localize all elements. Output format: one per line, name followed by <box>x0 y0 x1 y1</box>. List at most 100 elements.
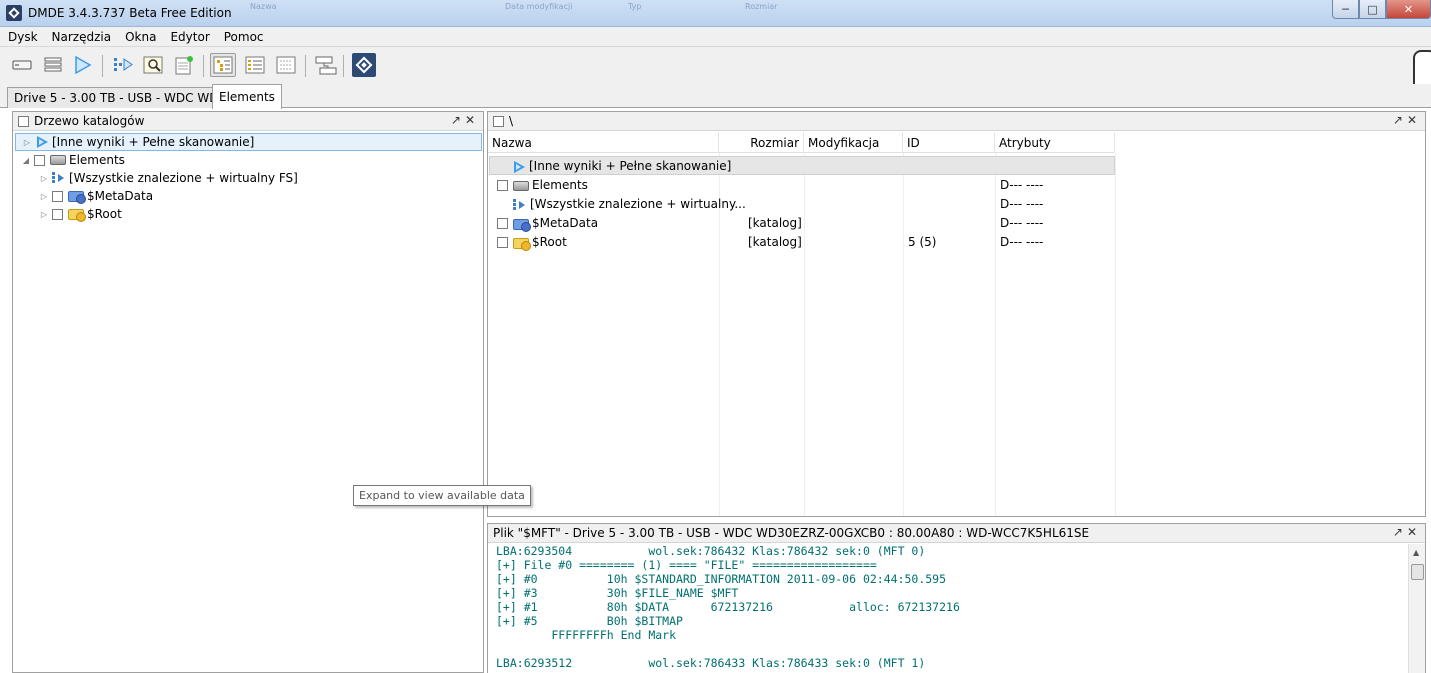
window-controls: ─ □ ✕ <box>1332 0 1431 20</box>
row-checkbox[interactable] <box>497 218 508 229</box>
ghost-header-col: Nazwa <box>250 2 277 11</box>
copy-sectors-button[interactable] <box>313 54 337 76</box>
directory-tree-header: Drzewo katalogów ↗✕ <box>13 112 483 131</box>
row-checkbox[interactable] <box>497 180 508 191</box>
tree-item-other-results[interactable]: ▷ [Inne wyniki + Pełne skanowanie] <box>15 133 482 151</box>
open-volume-button[interactable] <box>72 54 94 76</box>
search-button[interactable] <box>142 54 164 76</box>
tree-item-root[interactable]: ▷ $Root <box>39 205 122 223</box>
log-line: FFFFFFFFh End Mark <box>496 628 677 642</box>
undock-icon[interactable]: ↗ <box>1393 525 1407 539</box>
toolbar-separator <box>102 55 103 77</box>
column-header-size[interactable]: Rozmiar <box>719 132 804 153</box>
row-checkbox[interactable] <box>497 237 508 248</box>
disk-icon <box>12 60 32 70</box>
log-line[interactable]: [+] #0 10h $STANDARD_INFORMATION 2011-09… <box>496 572 946 586</box>
row-name: $Root <box>532 235 567 249</box>
expand-arrow-icon[interactable]: ▷ <box>39 192 49 201</box>
toolbar-separator <box>203 55 204 77</box>
disk-icon <box>513 180 529 191</box>
app-logo-icon <box>6 5 22 21</box>
collapse-arrow-icon[interactable]: ◢ <box>21 156 31 165</box>
tree-item-all-found[interactable]: ▷ [Wszystkie znalezione + wirtualny FS] <box>39 169 298 187</box>
partitions-button[interactable] <box>42 54 64 76</box>
all-found-button[interactable] <box>112 54 134 76</box>
row-name: $MetaData <box>532 216 599 230</box>
mft-panel-header: Plik "$MFT" - Drive 5 - 3.00 TB - USB - … <box>488 524 1425 543</box>
maximize-icon: □ <box>1367 2 1378 16</box>
menu-dysk[interactable]: Dysk <box>8 30 38 44</box>
column-header-modified[interactable]: Modyfikacja <box>804 132 903 153</box>
new-scan-button[interactable] <box>173 54 195 76</box>
panel-checkbox[interactable] <box>18 115 29 127</box>
scrollbar-thumb[interactable] <box>1411 564 1424 580</box>
log-line: LBA:6293512 wol.sek:786433 Klas:786433 s… <box>496 656 926 670</box>
expand-arrow-icon[interactable]: ▷ <box>39 174 49 183</box>
table-row[interactable]: [Wszystkie znalezione + wirtualny... D--… <box>489 195 1115 214</box>
panel-title: Drzewo katalogów <box>34 114 145 128</box>
hex-view-button[interactable] <box>275 54 297 76</box>
column-header-name[interactable]: Nazwa <box>488 132 719 153</box>
all-found-icon <box>114 58 133 71</box>
play-icon <box>75 55 92 75</box>
copy-sectors-icon <box>315 56 337 75</box>
toolbar-separator <box>305 55 306 77</box>
ghost-header-col: Typ <box>628 2 642 11</box>
log-line[interactable]: [+] File #0 ======== (1) ==== "FILE" ===… <box>496 558 877 572</box>
hex-view-icon <box>276 56 296 74</box>
dmde-logo-button[interactable] <box>352 53 376 77</box>
log-line[interactable]: [+] #1 80h $DATA 672137216 alloc: 672137… <box>496 600 960 614</box>
disk-button[interactable] <box>11 54 33 76</box>
undock-icon[interactable]: ↗ <box>1393 113 1407 127</box>
expand-arrow-icon[interactable]: ▷ <box>39 210 49 219</box>
panel-checkbox[interactable] <box>493 115 504 127</box>
window-title: DMDE 3.4.3.737 Beta Free Edition <box>28 6 232 20</box>
table-row[interactable]: $Root [katalog] 5 (5) D--- ---- <box>489 233 1115 252</box>
row-name: [Inne wyniki + Pełne skanowanie] <box>529 159 732 173</box>
panel-buttons: ↗✕ <box>1393 525 1421 539</box>
log-line[interactable]: [+] #3 30h $FILE_NAME $MFT <box>496 586 738 600</box>
table-row[interactable]: $MetaData [katalog] D--- ---- <box>489 214 1115 233</box>
expand-arrow-icon[interactable]: ▷ <box>22 138 32 147</box>
play-icon <box>35 135 49 149</box>
close-panel-icon[interactable]: ✕ <box>465 113 479 127</box>
dmde-logo-icon <box>352 53 376 77</box>
tree-view-button[interactable] <box>210 53 236 77</box>
menu-pomoc[interactable]: Pomoc <box>224 30 264 44</box>
item-checkbox[interactable] <box>52 190 63 202</box>
tree-item-elements[interactable]: ◢ Elements <box>15 151 125 169</box>
close-button[interactable]: ✕ <box>1386 0 1431 19</box>
column-header-attributes[interactable]: Atrybuty <box>995 132 1115 153</box>
details-view-button[interactable] <box>244 54 266 76</box>
close-panel-icon[interactable]: ✕ <box>1407 525 1421 539</box>
undock-icon[interactable]: ↗ <box>451 113 465 127</box>
table-row[interactable]: [Inne wyniki + Pełne skanowanie] <box>489 156 1115 175</box>
title-bar: Nazwa Data modyfikacji Typ Rozmiar DMDE … <box>0 0 1431 27</box>
row-name-cell: $MetaData <box>497 216 599 232</box>
menu-edytor[interactable]: Edytor <box>170 30 209 44</box>
details-view-icon <box>245 56 265 74</box>
tab-elements[interactable]: Elements <box>212 84 282 109</box>
maximize-button[interactable]: □ <box>1359 0 1386 19</box>
row-id: 5 (5) <box>908 235 937 249</box>
minimize-button[interactable]: ─ <box>1332 0 1359 19</box>
tab-drive[interactable]: Drive 5 - 3.00 TB - USB - WDC WD3... <box>7 87 245 108</box>
folder-yellow-icon <box>68 209 86 222</box>
menu-bar: Dysk Narzędzia Okna Edytor Pomoc <box>0 27 1431 47</box>
item-checkbox[interactable] <box>52 208 63 220</box>
tree-item-label: [Inne wyniki + Pełne skanowanie] <box>52 135 255 149</box>
column-header-id[interactable]: ID <box>903 132 995 153</box>
table-row[interactable]: Elements D--- ---- <box>489 176 1115 195</box>
menu-okna[interactable]: Okna <box>125 30 156 44</box>
vertical-scrollbar[interactable]: ▲ <box>1408 544 1425 673</box>
toolbar-separator <box>343 55 344 77</box>
row-name: Elements <box>532 178 588 192</box>
file-list-header: \ ↗✕ <box>488 112 1425 131</box>
menu-narzedzia[interactable]: Narzędzia <box>52 30 112 44</box>
scroll-up-icon[interactable]: ▲ <box>1413 548 1419 557</box>
tree-item-metadata[interactable]: ▷ $MetaData <box>39 187 153 205</box>
log-line[interactable]: [+] #5 B0h $BITMAP <box>496 614 683 628</box>
tree-item-label: $Root <box>87 207 122 221</box>
close-panel-icon[interactable]: ✕ <box>1407 113 1421 127</box>
item-checkbox[interactable] <box>34 154 45 166</box>
